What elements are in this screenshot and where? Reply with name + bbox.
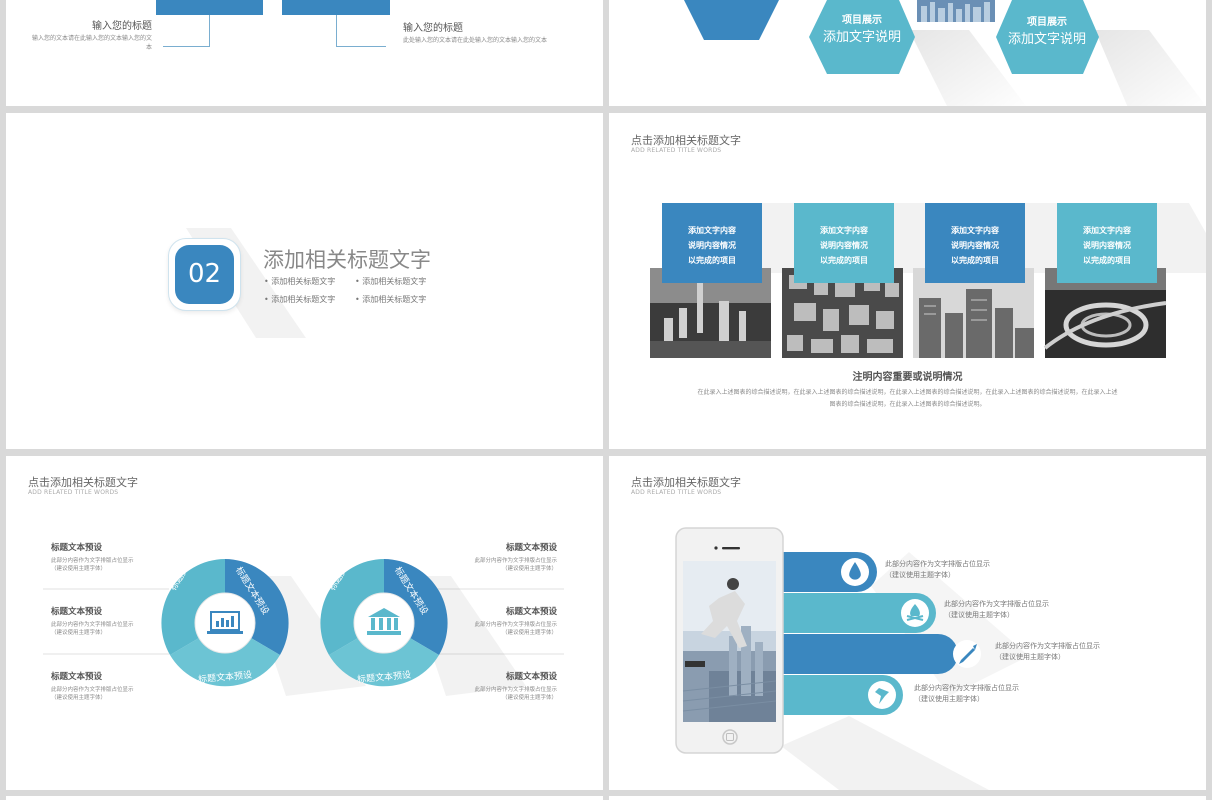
section-title: 添加相关标题文字 bbox=[263, 248, 431, 272]
right-text: 此处输入您的文本请在此处输入您的文本输入您的文本 bbox=[403, 37, 548, 44]
bullet-4: • 添加相关标题文字 bbox=[355, 295, 427, 304]
slide-6[interactable]: 点击添加相关标题文字 ADD RELATED TITLE WORDS 此部分内容… bbox=[609, 456, 1206, 790]
slide-5[interactable]: 点击添加相关标题文字 ADD RELATED TITLE WORDS 标题文本预… bbox=[6, 456, 603, 790]
bar-text-4: 此部分内容作为文字排版占位显示 （建议使用主题字体） bbox=[914, 684, 1019, 703]
card-3: 添加文字内容 说明内容情况 以完成的项目 bbox=[951, 226, 999, 265]
right-item-2: 标题文本预设 此部分内容作为文字排版占位显示 （建议使用主题字体） bbox=[474, 607, 557, 636]
caption-title: 注明内容重要或说明情况 bbox=[852, 372, 963, 383]
slide-7-partial[interactable] bbox=[6, 796, 603, 800]
hex2-title: 项目展示 bbox=[1027, 17, 1067, 28]
bullet-1: • 添加相关标题文字 bbox=[264, 277, 336, 286]
right-title: 输入您的标题 bbox=[403, 23, 463, 34]
hex-blue bbox=[684, 0, 779, 40]
bullet-3: • 添加相关标题文字 bbox=[264, 295, 336, 304]
blue-block-right bbox=[282, 0, 390, 15]
card-2: 添加文字内容 说明内容情况 以完成的项目 bbox=[820, 226, 868, 265]
left-title: 输入您的标题 bbox=[92, 21, 152, 32]
right-item-3: 标题文本预设 此部分内容作为文字排版占位显示 （建议使用主题字体） bbox=[474, 672, 557, 701]
connector-line-left bbox=[209, 15, 210, 47]
caption-text-1: 在此录入上述图表的综合描述说明，在此录入上述图表的综合描述说明，在此录入上述图表… bbox=[697, 389, 1118, 396]
section-number: 02 bbox=[175, 245, 234, 304]
connector-line-left-h bbox=[163, 46, 210, 47]
blue-block-left bbox=[156, 0, 263, 15]
hex1-subtitle: 添加文字说明 bbox=[822, 30, 901, 45]
caption-text-2: 图表的综合描述说明，在此录入上述图表的综合描述说明。 bbox=[829, 401, 986, 408]
bullet-2: • 添加相关标题文字 bbox=[355, 277, 427, 286]
bar-text-3: 此部分内容作为文字排版占位显示 （建议使用主题字体） bbox=[995, 642, 1100, 661]
bar-text-2: 此部分内容作为文字排版占位显示 （建议使用主题字体） bbox=[944, 600, 1049, 619]
right-item-1: 标题文本预设 此部分内容作为文字排版占位显示 （建议使用主题字体） bbox=[474, 543, 557, 572]
slide-2[interactable]: 项目展示 添加文字说明 项目展示 添加文字说明 bbox=[609, 0, 1206, 106]
left-item-1: 标题文本预设 此部分内容作为文字排版占位显示 （建议使用主题字体） bbox=[51, 543, 134, 572]
phone-bars-graphic bbox=[675, 527, 1029, 790]
card-4: 添加文字内容 说明内容情况 以完成的项目 bbox=[1083, 226, 1131, 265]
connector-line-right-h bbox=[336, 46, 386, 47]
slide-3[interactable]: 02 添加相关标题文字 • 添加相关标题文字 • 添加相关标题文字 • 添加相关… bbox=[6, 113, 603, 449]
hex2-subtitle: 添加文字说明 bbox=[1007, 32, 1086, 47]
slide-8-partial[interactable] bbox=[609, 796, 1206, 800]
connector-line-right bbox=[336, 15, 337, 47]
hex1-title: 项目展示 bbox=[842, 15, 882, 26]
left-item-3: 标题文本预设 此部分内容作为文字排版占位显示 （建议使用主题字体） bbox=[51, 672, 134, 701]
slide-1[interactable]: 输入您的标题 输入您的文本请在此输入您的文本输入您的文本 输入您的标题 此处输入… bbox=[6, 0, 603, 106]
card-1: 添加文字内容 说明内容情况 以完成的项目 bbox=[688, 226, 736, 265]
slide-4[interactable]: 点击添加相关标题文字 ADD RELATED TITLE WORDS 添加文字内… bbox=[609, 113, 1206, 449]
left-text: 输入您的文本请在此输入您的文本输入您的文本 bbox=[31, 35, 152, 51]
left-item-2: 标题文本预设 此部分内容作为文字排版占位显示 （建议使用主题字体） bbox=[51, 607, 134, 636]
bar-text-1: 此部分内容作为文字排版占位显示 （建议使用主题字体） bbox=[885, 560, 990, 579]
